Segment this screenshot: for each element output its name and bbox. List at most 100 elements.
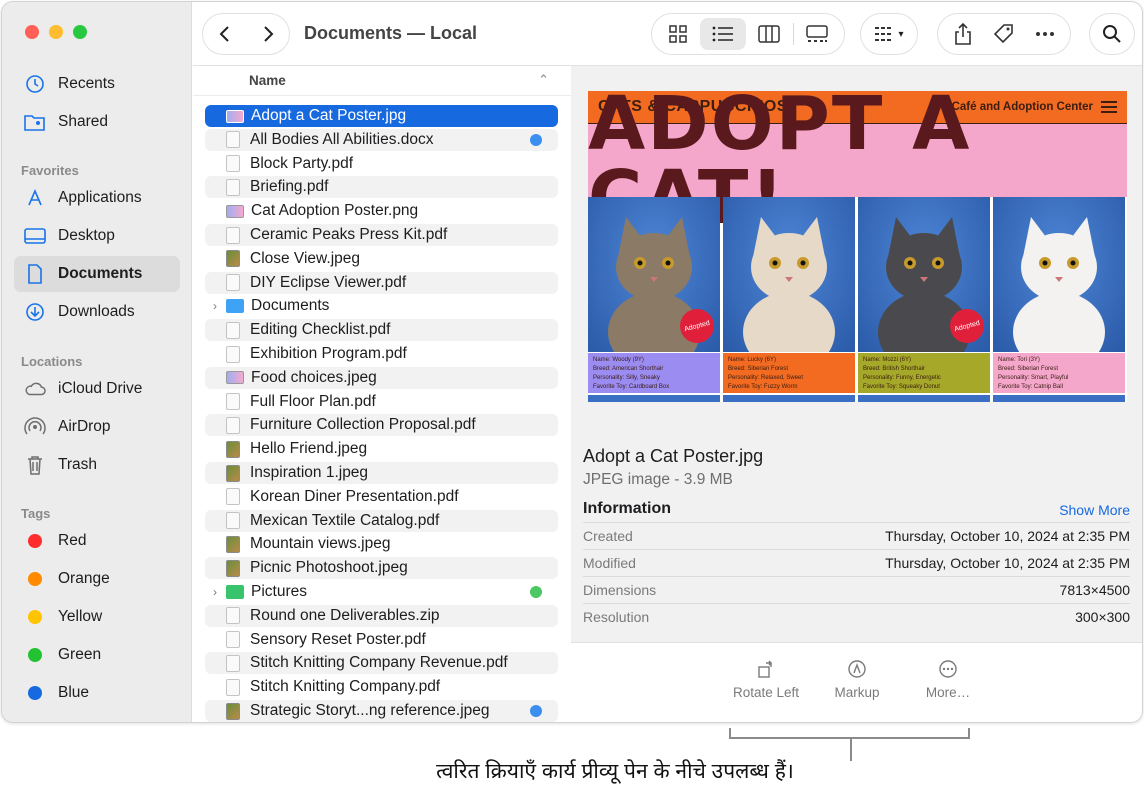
sidebar-item-recents[interactable]: Recents (14, 66, 180, 102)
file-name: Round one Deliverables.zip (250, 606, 440, 624)
airdrop-icon (24, 416, 46, 438)
cat-info-line: Favorite Toy: Cardboard Box (593, 384, 670, 390)
sidebar-item-label: Desktop (58, 227, 115, 244)
search-button[interactable] (1089, 13, 1135, 55)
list-header: Name ⌃ (193, 66, 571, 96)
name-column-header[interactable]: Name (249, 73, 286, 88)
file-row[interactable]: All Bodies All Abilities.docx (205, 128, 558, 151)
file-row[interactable]: Mexican Textile Catalog.pdf (205, 509, 558, 532)
cat-info-line: Breed: American Shorthair (593, 366, 664, 372)
share-button[interactable] (942, 18, 983, 50)
file-row[interactable]: Cat Adoption Poster.png (205, 200, 558, 222)
tag-dot-icon (530, 586, 542, 598)
file-row[interactable]: Ceramic Peaks Press Kit.pdf (205, 224, 558, 246)
file-icon (226, 678, 240, 696)
minimize-button[interactable] (49, 25, 63, 39)
file-row[interactable]: Block Party.pdf (205, 153, 558, 175)
cat-icon (743, 217, 835, 352)
file-row[interactable]: Editing Checklist.pdf (205, 319, 558, 342)
share-icon (954, 23, 971, 45)
more-actions-button[interactable] (1025, 18, 1066, 50)
file-row[interactable]: › Documents (205, 295, 558, 317)
sidebar-item-downloads[interactable]: Downloads (14, 294, 180, 330)
group-button[interactable]: ▾ (860, 13, 918, 55)
image-file-icon (226, 535, 240, 553)
file-name: Sensory Reset Poster.pdf (250, 630, 426, 648)
file-row[interactable]: Stitch Knitting Company Revenue.pdf (205, 652, 558, 675)
file-row[interactable]: Exhibition Program.pdf (205, 343, 558, 365)
file-name: Documents (251, 297, 330, 315)
file-name: Food choices.jpeg (251, 368, 377, 386)
sidebar-tag-blue[interactable]: Blue (14, 675, 180, 711)
disclosure-chevron-icon[interactable]: › (205, 585, 225, 599)
image-file-icon (226, 702, 240, 720)
file-row[interactable]: Close View.jpeg (205, 248, 558, 270)
file-row[interactable]: Korean Diner Presentation.pdf (205, 486, 558, 508)
gallery-view-button[interactable] (796, 18, 839, 50)
file-icon (226, 274, 240, 292)
sidebar-item-trash[interactable]: Trash (14, 447, 180, 483)
actions-group (937, 13, 1071, 55)
navigation-group (202, 13, 290, 55)
file-name: All Bodies All Abilities.docx (250, 130, 434, 148)
icon-view-button[interactable] (657, 18, 698, 50)
gallery-icon (806, 25, 829, 42)
cat-info-line: Breed: Siberian Forest (728, 366, 789, 372)
preview-file-name: Adopt a Cat Poster.jpg (583, 446, 764, 466)
file-row[interactable]: › Pictures (205, 581, 558, 603)
sidebar-tag-orange[interactable]: Orange (14, 561, 180, 597)
file-row[interactable]: Hello Friend.jpeg (205, 438, 558, 460)
sidebar-tag-red[interactable]: Red (14, 523, 180, 559)
file-row[interactable]: Briefing.pdf (205, 176, 558, 199)
image-file-icon (226, 250, 240, 268)
close-button[interactable] (25, 25, 39, 39)
sidebar-item-airdrop[interactable]: AirDrop (14, 409, 180, 445)
disclosure-chevron-icon[interactable]: › (205, 299, 225, 313)
file-row[interactable]: Full Floor Plan.pdf (205, 391, 558, 413)
markup-button[interactable]: Markup (817, 659, 897, 700)
view-switcher (651, 13, 845, 55)
file-row[interactable]: Mountain views.jpeg (205, 533, 558, 555)
tags-button[interactable] (983, 18, 1024, 50)
sort-chevron-up-icon[interactable]: ⌃ (538, 72, 549, 88)
forward-button[interactable] (246, 18, 289, 50)
file-icon (226, 393, 240, 411)
file-row[interactable]: Stitch Knitting Company.pdf (205, 676, 558, 698)
sidebar-item-label: Applications (58, 189, 142, 206)
grid-icon (668, 25, 687, 43)
column-view-button[interactable] (748, 18, 791, 50)
sidebar-item-icloud-drive[interactable]: iCloud Drive (14, 371, 180, 407)
locations-heading: Locations (21, 354, 83, 369)
file-row[interactable]: Inspiration 1.jpeg (205, 462, 558, 484)
file-row[interactable]: Picnic Photoshoot.jpeg (205, 557, 558, 580)
show-more-link[interactable]: Show More (1059, 502, 1130, 518)
file-row[interactable]: Adopt a Cat Poster.jpg (205, 105, 558, 127)
file-row[interactable]: DIY Eclipse Viewer.pdf (205, 271, 558, 294)
sidebar-item-documents[interactable]: Documents (14, 256, 180, 292)
zoom-button[interactable] (73, 25, 87, 39)
file-row[interactable]: Round one Deliverables.zip (205, 604, 558, 627)
orange-tag-dot-icon (28, 572, 42, 586)
file-row[interactable]: Sensory Reset Poster.pdf (205, 629, 558, 651)
preview-pane: CATS & CAPPUCCINOS Café and Adoption Cen… (571, 66, 1142, 722)
back-button[interactable] (203, 18, 246, 50)
file-row[interactable]: Strategic Storyt...ng reference.jpeg (205, 700, 558, 722)
rotate-left-button[interactable]: Rotate Left (726, 659, 806, 700)
file-row[interactable]: Furniture Collection Proposal.pdf (205, 414, 558, 437)
more-quick-actions-button[interactable]: More… (908, 659, 988, 700)
info-row-resolution: Resolution 300×300 (583, 603, 1130, 630)
sidebar-item-label: Documents (58, 265, 143, 282)
file-icon (226, 345, 240, 363)
trash-icon (24, 455, 46, 475)
list-view-button[interactable] (700, 18, 746, 50)
tag-dot-icon (530, 705, 542, 717)
sidebar-tag-yellow[interactable]: Yellow (14, 599, 180, 635)
file-row[interactable]: Food choices.jpeg (205, 366, 558, 389)
cat-info-card: Name: Tori (3Y) Breed: Siberian Forest Per… (993, 353, 1125, 393)
sidebar-tag-green[interactable]: Green (14, 637, 180, 673)
image-file-icon (226, 559, 240, 577)
file-icon (226, 654, 240, 672)
sidebar-item-applications[interactable]: Applications (14, 180, 180, 216)
sidebar-item-desktop[interactable]: Desktop (14, 218, 180, 254)
sidebar-item-shared[interactable]: Shared (14, 104, 180, 140)
